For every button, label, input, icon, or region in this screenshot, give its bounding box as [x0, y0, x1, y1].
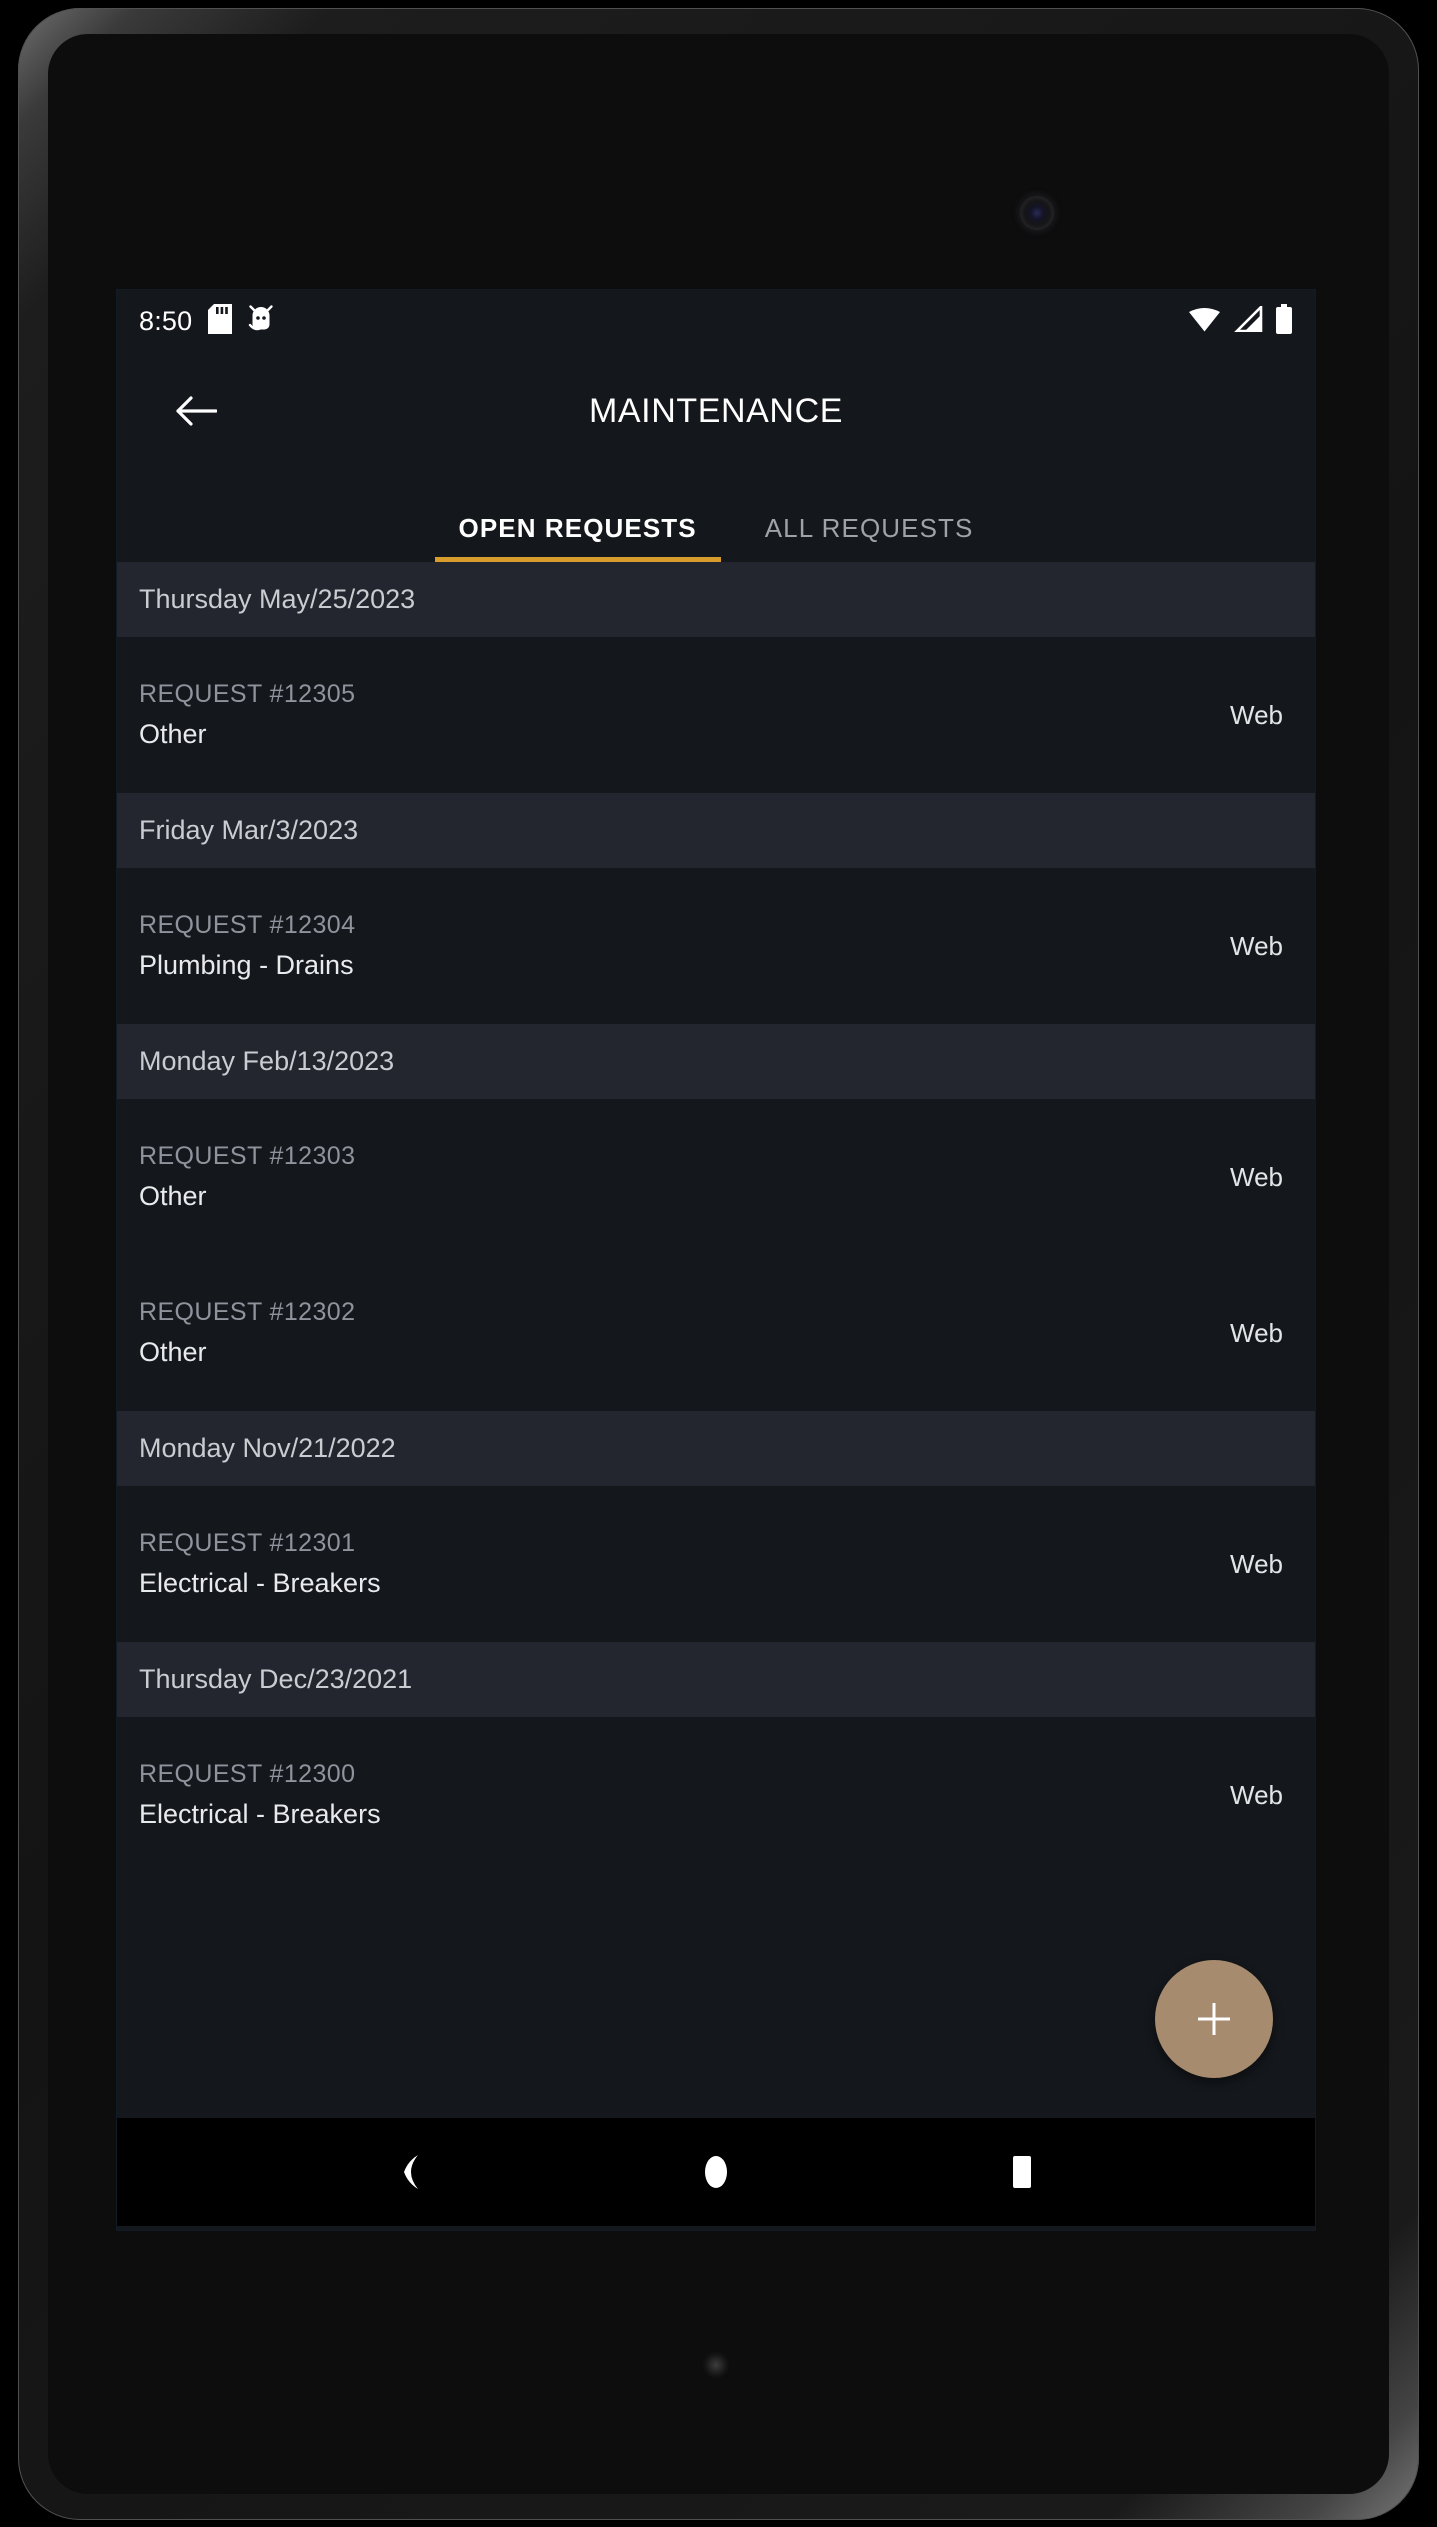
add-request-fab[interactable]: [1155, 1960, 1273, 2078]
app-bar: MAINTENANCE: [117, 352, 1315, 470]
app-screen: 8:50 MAINTENANCE OPEN REQUESTS ALL REQUE…: [117, 290, 1315, 2230]
nav-recents-button[interactable]: [967, 2118, 1077, 2226]
bottom-sensor-dot: [703, 2352, 729, 2378]
request-group: REQUEST #12304 Plumbing - Drains Web: [117, 868, 1315, 1024]
nav-back-button[interactable]: [355, 2118, 465, 2226]
date-header: Monday Feb/13/2023: [117, 1024, 1315, 1099]
request-row[interactable]: REQUEST #12301 Electrical - Breakers Web: [117, 1486, 1315, 1642]
plus-icon: [1198, 2003, 1230, 2035]
request-source: Web: [1230, 699, 1283, 730]
request-id: REQUEST #12302: [139, 1298, 356, 1326]
request-id: REQUEST #12303: [139, 1142, 356, 1170]
nav-back-triangle-icon: [404, 2155, 418, 2189]
request-id: REQUEST #12305: [139, 680, 356, 708]
tab-all-requests[interactable]: ALL REQUESTS: [731, 513, 1008, 562]
request-row-main: REQUEST #12301 Electrical - Breakers: [139, 1529, 381, 1599]
request-type: Electrical - Breakers: [139, 1568, 381, 1598]
request-group: REQUEST #12303 Other Web REQUEST #12302 …: [117, 1099, 1315, 1411]
request-group: REQUEST #12305 Other Web: [117, 637, 1315, 793]
request-source: Web: [1230, 1548, 1283, 1579]
request-id: REQUEST #12300: [139, 1760, 356, 1788]
request-row-main: REQUEST #12302 Other: [139, 1298, 355, 1368]
request-list[interactable]: Thursday May/25/2023 REQUEST #12305 Othe…: [117, 562, 1315, 2118]
status-bar-right: [1188, 303, 1293, 339]
request-group: REQUEST #12301 Electrical - Breakers Web: [117, 1486, 1315, 1642]
request-source: Web: [1230, 930, 1283, 961]
status-bar: 8:50: [117, 290, 1315, 352]
tab-all-requests-label: ALL REQUESTS: [764, 513, 974, 543]
request-row[interactable]: REQUEST #12302 Other Web: [117, 1255, 1315, 1411]
request-type: Other: [139, 719, 207, 749]
request-row-main: REQUEST #12303 Other: [139, 1142, 355, 1212]
request-id: REQUEST #12304: [139, 911, 356, 939]
wifi-icon: [1188, 306, 1221, 337]
android-debug-icon: [248, 304, 274, 339]
android-nav-bar: [117, 2118, 1315, 2226]
nav-home-button[interactable]: [661, 2118, 771, 2226]
cellular-signal-icon: [1233, 303, 1263, 337]
status-time: 8:50: [139, 305, 193, 336]
nav-home-circle-icon: [705, 2156, 727, 2188]
request-source: Web: [1230, 1779, 1283, 1810]
request-id: REQUEST #12301: [139, 1529, 356, 1557]
request-type: Plumbing - Drains: [139, 950, 354, 980]
request-row[interactable]: REQUEST #12304 Plumbing - Drains Web: [117, 868, 1315, 1024]
nav-recents-square-icon: [1013, 2156, 1031, 2188]
request-row-main: REQUEST #12305 Other: [139, 680, 355, 750]
date-header: Thursday Dec/23/2021: [117, 1642, 1315, 1717]
sd-card-icon: [208, 303, 233, 339]
date-header: Monday Nov/21/2022: [117, 1411, 1315, 1486]
status-bar-left: 8:50: [139, 303, 274, 339]
tab-open-requests[interactable]: OPEN REQUESTS: [425, 513, 731, 562]
request-row[interactable]: REQUEST #12305 Other Web: [117, 637, 1315, 793]
request-row-main: REQUEST #12304 Plumbing - Drains: [139, 911, 355, 981]
request-source: Web: [1230, 1161, 1283, 1192]
request-source: Web: [1230, 1317, 1283, 1348]
request-type: Other: [139, 1181, 207, 1211]
request-type: Other: [139, 1337, 207, 1367]
tab-bar: OPEN REQUESTS ALL REQUESTS: [117, 470, 1315, 562]
date-header: Thursday May/25/2023: [117, 562, 1315, 637]
date-header: Friday Mar/3/2023: [117, 793, 1315, 868]
page-title: MAINTENANCE: [588, 391, 844, 430]
front-camera-icon: [1020, 196, 1054, 230]
request-row[interactable]: REQUEST #12300 Electrical - Breakers Web: [117, 1717, 1315, 1873]
battery-icon: [1275, 303, 1293, 339]
request-group: REQUEST #12300 Electrical - Breakers Web: [117, 1717, 1315, 1873]
tab-open-requests-label: OPEN REQUESTS: [458, 513, 697, 543]
request-row[interactable]: REQUEST #12303 Other Web: [117, 1099, 1315, 1255]
request-type: Electrical - Breakers: [139, 1799, 381, 1829]
request-row-main: REQUEST #12300 Electrical - Breakers: [139, 1760, 381, 1830]
